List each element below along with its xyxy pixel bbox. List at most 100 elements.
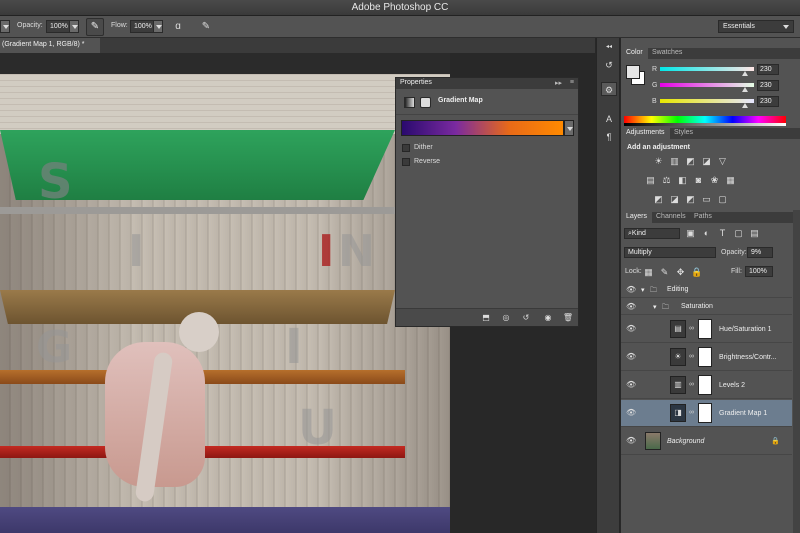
layer-opacity-field[interactable]: 9%	[747, 247, 773, 258]
layer-name[interactable]: Levels 2	[719, 382, 745, 389]
dither-checkbox[interactable]	[402, 144, 410, 152]
document-tab[interactable]: (Gradient Map 1, RGB/8) *	[0, 38, 100, 53]
color-spectrum[interactable]	[624, 116, 786, 126]
layer-mask-thumbnail[interactable]	[698, 347, 712, 367]
curves-icon[interactable]: ◩	[685, 156, 696, 167]
blue-channel-slider[interactable]	[660, 99, 754, 103]
color-balance-icon[interactable]: ⚖	[661, 175, 672, 186]
link-icon[interactable]: ∞	[689, 381, 694, 388]
adjustment-type-icon[interactable]	[404, 97, 415, 108]
exposure-icon[interactable]: ◪	[701, 156, 712, 167]
canvas-area[interactable]: S I I N G I U	[0, 53, 450, 533]
lock-image-icon[interactable]: ✎	[659, 267, 670, 278]
reset-icon[interactable]: ↺	[520, 312, 532, 324]
delete-icon[interactable]: 🗑	[562, 312, 574, 324]
eye-icon[interactable]: 👁	[626, 436, 636, 446]
document-image[interactable]: S I I N G I U	[0, 74, 450, 533]
opacity-dropdown[interactable]	[69, 20, 79, 33]
link-icon[interactable]: ∞	[689, 325, 694, 332]
black-white-icon[interactable]: ◧	[677, 175, 688, 186]
color-lookup-icon[interactable]: ▦	[725, 175, 736, 186]
layer-row-selected[interactable]: 👁 ◨ ∞ Gradient Map 1	[621, 400, 792, 427]
filter-adjustment-icon[interactable]: ◐	[701, 228, 712, 239]
hue-saturation-icon[interactable]: ▤	[645, 175, 656, 186]
flow-field[interactable]: 100%	[130, 20, 154, 33]
fill-field[interactable]: 100%	[745, 266, 773, 277]
channel-mixer-icon[interactable]: ❀	[709, 175, 720, 186]
red-channel-slider[interactable]	[660, 67, 754, 71]
eye-icon[interactable]: 👁	[626, 302, 636, 312]
lock-transparent-icon[interactable]: ▦	[643, 267, 654, 278]
foreground-color-swatch[interactable]	[626, 65, 640, 79]
properties-dock-icon[interactable]: ⚙	[601, 82, 617, 96]
layer-row[interactable]: 👁 ▥ ∞ Levels 2	[621, 372, 792, 399]
eye-icon[interactable]: 👁	[626, 285, 636, 295]
levels-icon[interactable]: ▥	[669, 156, 680, 167]
tab-paths[interactable]: Paths	[689, 212, 717, 223]
posterize-icon[interactable]: ◪	[669, 194, 680, 205]
opacity-field[interactable]: 100%	[46, 20, 70, 33]
tab-adjustments[interactable]: Adjustments	[621, 128, 670, 139]
airbrush-pressure-icon[interactable]: ✎	[86, 18, 104, 36]
view-previous-state-icon[interactable]: ◎	[500, 312, 512, 324]
brightness-contrast-icon[interactable]: ☀	[653, 156, 664, 167]
tab-channels[interactable]: Channels	[651, 212, 691, 223]
tab-layers[interactable]: Layers	[621, 212, 653, 223]
layer-name[interactable]: Brightness/Contr...	[719, 354, 777, 361]
link-icon[interactable]: ∞	[689, 353, 694, 360]
layer-row[interactable]: 👁 ▾ 🗀 Saturation	[621, 299, 792, 315]
green-channel-slider[interactable]	[660, 83, 754, 87]
blend-mode-select[interactable]: Multiply	[624, 247, 716, 258]
layer-row[interactable]: 👁 ☀ ∞ Brightness/Contr...	[621, 344, 792, 371]
red-value-field[interactable]: 230	[757, 64, 779, 75]
layer-name[interactable]: Editing	[667, 286, 688, 293]
reverse-checkbox[interactable]	[402, 158, 410, 166]
layer-mask-thumbnail[interactable]	[698, 375, 712, 395]
eye-icon[interactable]: 👁	[626, 408, 636, 418]
layer-name[interactable]: Gradient Map 1	[719, 410, 767, 417]
green-value-field[interactable]: 230	[757, 80, 779, 91]
layer-name[interactable]: Saturation	[681, 303, 713, 310]
lock-position-icon[interactable]: ✥	[675, 267, 686, 278]
layer-mask-icon[interactable]	[420, 97, 431, 108]
visibility-icon[interactable]: ◉	[542, 312, 554, 324]
disclosure-arrow-icon[interactable]: ▾	[653, 303, 657, 311]
layer-mask-thumbnail[interactable]	[698, 319, 712, 339]
invert-icon[interactable]: ◩	[653, 194, 664, 205]
tab-swatches[interactable]: Swatches	[647, 48, 687, 59]
filter-pixel-icon[interactable]: ▣	[685, 228, 696, 239]
link-icon[interactable]: ∞	[689, 409, 694, 416]
tab-styles[interactable]: Styles	[669, 128, 698, 139]
lock-all-icon[interactable]: 🔒	[691, 267, 702, 278]
collapse-icon[interactable]: ▸▸	[555, 79, 562, 87]
photo-filter-icon[interactable]: ◙	[693, 175, 704, 186]
layer-mask-thumbnail[interactable]	[698, 403, 712, 423]
clip-to-layer-icon[interactable]: ⬒	[480, 312, 492, 324]
layer-name[interactable]: Hue/Saturation 1	[719, 326, 772, 333]
eye-icon[interactable]: 👁	[626, 352, 636, 362]
layer-name[interactable]: Background	[667, 438, 704, 445]
eye-icon[interactable]: 👁	[626, 324, 636, 334]
layer-filter-kind[interactable]: ⌕Kind	[624, 228, 680, 239]
character-icon[interactable]: A	[601, 112, 617, 126]
tool-preset-dropdown[interactable]	[0, 20, 10, 33]
properties-panel[interactable]: Properties ▸▸ ≡ Gradient Map Dither Reve…	[395, 77, 579, 327]
background-thumbnail[interactable]	[645, 432, 661, 450]
layer-row[interactable]: 👁 ▾ 🗀 Editing	[621, 282, 792, 298]
tab-color[interactable]: Color	[621, 48, 648, 59]
blue-value-field[interactable]: 230	[757, 96, 779, 107]
blue-slider-thumb[interactable]	[741, 103, 748, 108]
gradient-picker-dropdown[interactable]	[564, 120, 574, 136]
flow-dropdown[interactable]	[153, 20, 163, 33]
gradient-map-icon[interactable]: ▭	[701, 194, 712, 205]
disclosure-arrow-icon[interactable]: ▾	[641, 286, 645, 294]
vibrance-icon[interactable]: ▽	[717, 156, 728, 167]
gradient-preview[interactable]	[401, 120, 564, 136]
properties-header[interactable]: Properties ▸▸ ≡	[396, 78, 578, 89]
layer-row[interactable]: 👁 Background 🔒	[621, 428, 792, 455]
paragraph-icon[interactable]: ¶	[601, 130, 617, 144]
dock-collapse-icon[interactable]: ◂◂	[601, 40, 617, 54]
filter-shape-icon[interactable]: ▢	[733, 228, 744, 239]
red-slider-thumb[interactable]	[741, 71, 748, 76]
filter-smart-object-icon[interactable]: ▤	[749, 228, 760, 239]
